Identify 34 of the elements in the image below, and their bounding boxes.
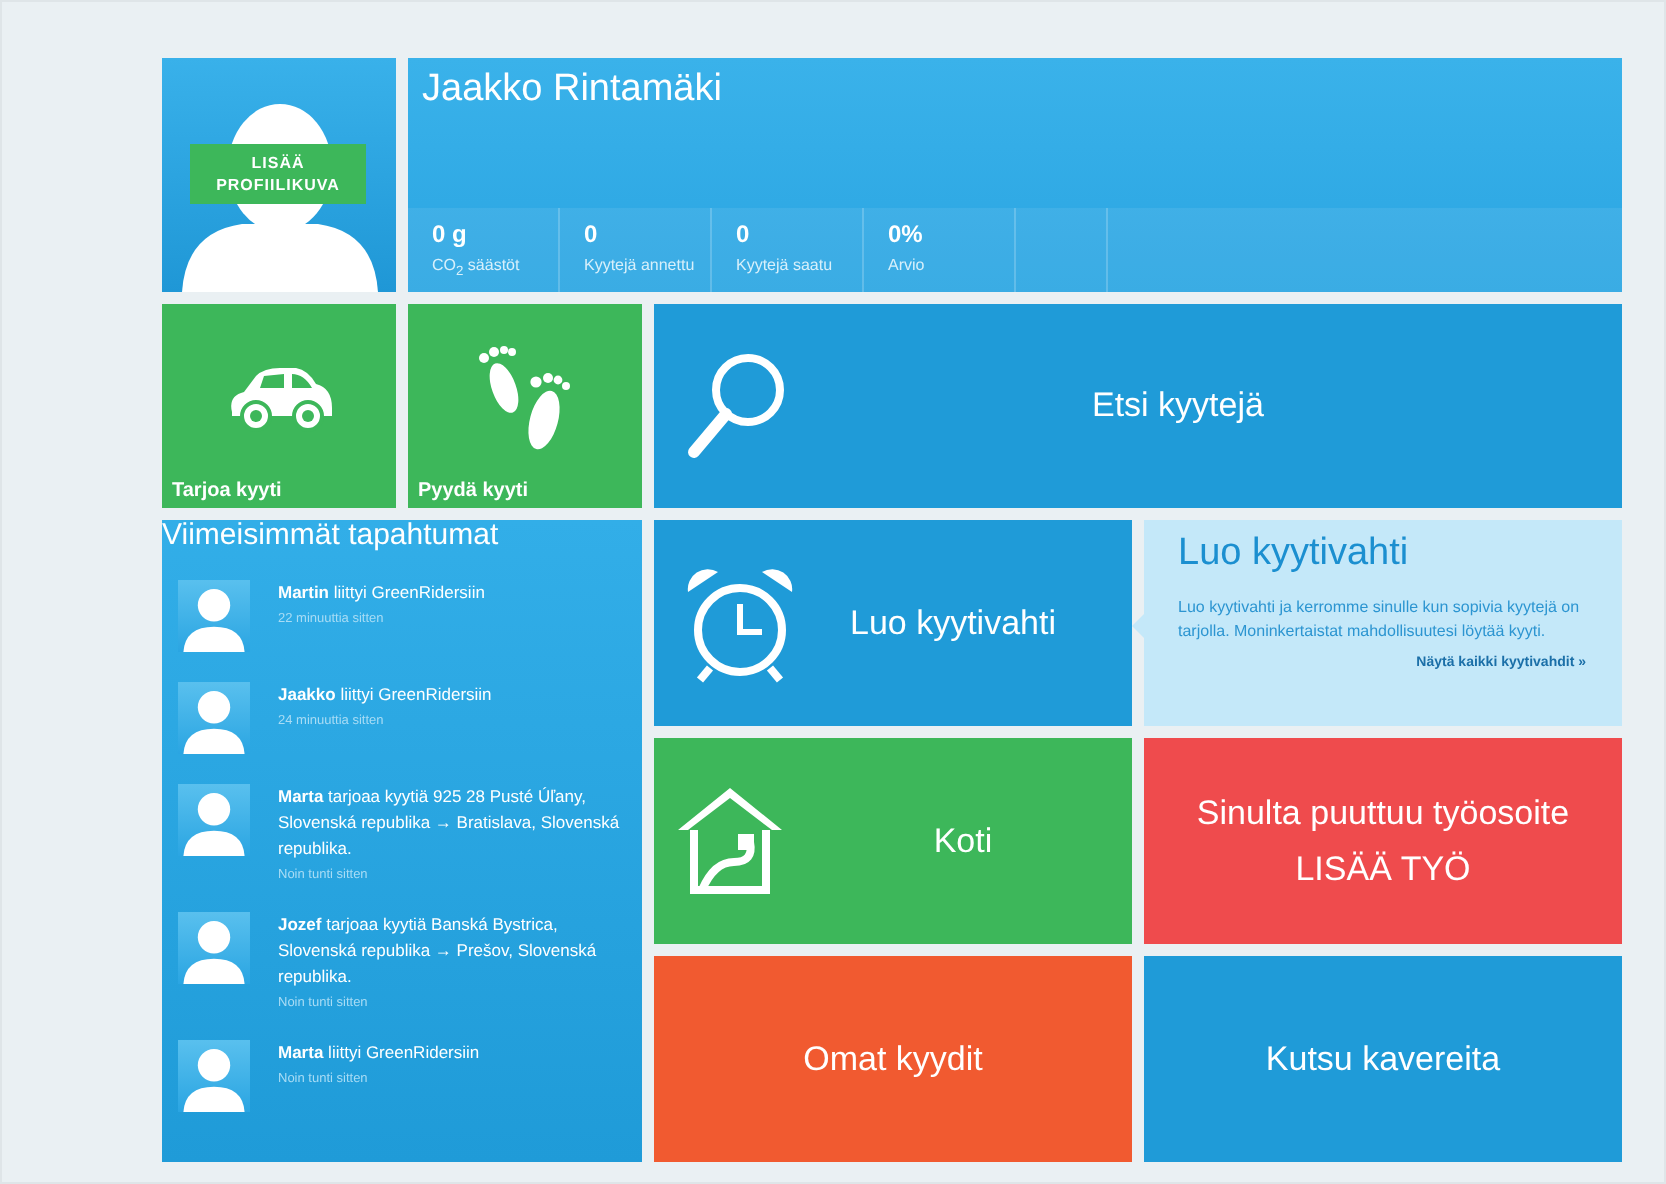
- stat-label: CO$_{2}$ säästöt: [432, 256, 522, 280]
- tile-button[interactable]: Kutsu kavereita: [1144, 956, 1622, 1162]
- stat-label: Arvio: [888, 256, 927, 274]
- avatar-icon: [178, 580, 250, 652]
- event-text: Jozef tarjoaa kyytiä Banská Bystrica, Slovenská republika → Prešov, Slovenská republika.: [278, 912, 599, 990]
- info-text: Luo kyytivahti ja kerromme sinulle kun sopivia kyytejä on tarjolla. Moninkertaistat mahdollisuutesi löytää kyyti.: [1178, 596, 1582, 644]
- tile-button[interactable]: Luo kyytivahti: [654, 520, 1132, 726]
- avatar-icon: [178, 784, 250, 856]
- stat-value: 0 g: [432, 220, 469, 248]
- tile-button[interactable]: Koti: [654, 738, 1132, 944]
- tile-button[interactable]: Tarjoa kyyti: [162, 304, 396, 508]
- house-icon: [674, 782, 786, 894]
- event-text: Martin liittyi GreenRidersiin: [278, 580, 485, 606]
- avatar-icon: [178, 682, 250, 754]
- tile-button[interactable]: Etsi kyytejä: [654, 304, 1622, 508]
- tile-button[interactable]: Omat kyydit: [654, 956, 1132, 1162]
- avatar-icon: [178, 1040, 250, 1112]
- tile-button[interactable]: Pyydä kyyti: [408, 304, 642, 508]
- stat-value: 0: [736, 220, 752, 248]
- tile-button[interactable]: Sinulta puuttuu työosoite LISÄÄ TYÖ: [1144, 738, 1622, 944]
- event-text: Marta tarjoaa kyytiä 925 28 Pusté Úľany, Slovenská republika → Bratislava, Slovenská republika.: [278, 784, 622, 862]
- info-title: Luo kyytivahti: [1178, 532, 1411, 576]
- stat-value: 0%: [888, 220, 925, 248]
- event-text: Jaakko liittyi GreenRidersiin: [278, 682, 492, 708]
- avatar-icon: [178, 912, 250, 984]
- event-text: Marta liittyi GreenRidersiin: [278, 1040, 480, 1066]
- add-photo-button[interactable]: LISÄÄ PROFIILIKUVA: [190, 144, 366, 204]
- stat-label: Kyytejä saatu: [736, 256, 835, 274]
- stat-label: Kyytejä annettu: [584, 256, 697, 274]
- user-name: Jaakko Rintamäki: [420, 66, 724, 114]
- search-icon: [684, 350, 788, 462]
- events-title: Viimeisimmät tapahtumat: [162, 518, 501, 552]
- stat-value: 0: [584, 220, 600, 248]
- alarm-clock-icon: [682, 564, 798, 684]
